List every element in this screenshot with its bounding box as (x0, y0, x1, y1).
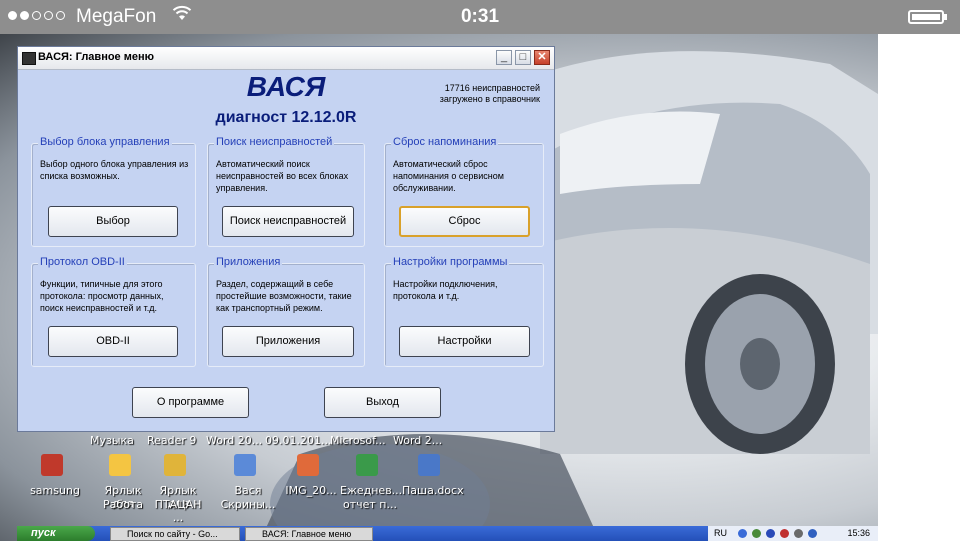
group-label: Протокол OBD-II (38, 256, 127, 268)
shortcut-label: Работа (102, 498, 144, 511)
group-service-reset: Сброс напоминания Автоматический сброс н… (384, 136, 544, 247)
system-tray: RU 15:36 (708, 526, 878, 541)
start-button[interactable]: пуск (17, 526, 95, 541)
taskbar: пуск Поиск по сайту - Go... ВАСЯ: Главно… (17, 526, 878, 541)
word-icon (418, 454, 440, 476)
fault-database-info: 17716 неисправностей загружено в справоч… (400, 83, 540, 105)
image-icon (297, 454, 319, 476)
shortcut-label: ПТАЦАН ... (154, 498, 202, 524)
tray-volume-icon[interactable] (794, 529, 803, 538)
tray-network-icon[interactable] (738, 529, 747, 538)
tray-app-icon[interactable] (752, 529, 761, 538)
app-window-icon (22, 52, 36, 65)
faults-count: 17716 неисправностей (444, 83, 540, 93)
battery-icon (908, 10, 944, 24)
group-label: Приложения (214, 256, 283, 268)
ios-status-bar: MegaFon 0:31 (0, 0, 960, 34)
window-titlebar[interactable]: ВАСЯ: Главное меню _ □ ✕ (18, 47, 554, 70)
task-label: ВАСЯ: Главное меню (262, 529, 352, 539)
group-fault-search: Поиск неисправностей Автоматический поис… (207, 136, 365, 247)
group-description: Функции, типичные для этого протокола: п… (40, 279, 164, 313)
group-description: Автоматический сброс напоминания о серви… (393, 159, 504, 193)
applications-button[interactable]: Приложения (222, 326, 354, 357)
group-label: Поиск неисправностей (214, 136, 335, 148)
shortcut-label: отчет п... (343, 498, 397, 511)
app-version: диагност 12.12.0R (215, 109, 357, 126)
keys-icon (164, 454, 186, 476)
shortcut-label: Паша.docx (402, 484, 464, 497)
group-program-settings: Настройки программы Настройки подключени… (384, 256, 544, 367)
shortcut-label: IMG_20... (285, 484, 337, 497)
group-obd2-protocol: Протокол OBD-II Функции, типичные для эт… (31, 256, 196, 367)
battery-tip-icon (944, 14, 947, 20)
shortcut-label: Ежеднев... (340, 484, 403, 497)
blank-area (878, 34, 960, 541)
desktop-label[interactable]: Word 20... (206, 434, 262, 447)
shortcut-label: Вася (234, 484, 262, 497)
desktop-label[interactable]: Word 2... (393, 434, 442, 447)
maximize-button[interactable]: □ (515, 50, 531, 65)
task-label: Поиск по сайту - Go... (127, 529, 218, 539)
group-description: Выбор одного блока управления из списка … (40, 159, 189, 181)
tray-antivirus-icon[interactable] (780, 529, 789, 538)
settings-button[interactable]: Настройки (399, 326, 530, 357)
faults-loaded-label: загружено в справочник (439, 94, 540, 104)
exit-button[interactable]: Выход (324, 387, 441, 418)
reset-button[interactable]: Сброс (399, 206, 530, 237)
desktop-label[interactable]: Музыка (90, 434, 134, 447)
folder-icon (109, 454, 131, 476)
shortcut-label: samsung (30, 484, 80, 497)
minimize-button[interactable]: _ (496, 50, 512, 65)
about-button[interactable]: О программе (132, 387, 249, 418)
tray-update-icon[interactable] (808, 529, 817, 538)
obd2-button[interactable]: OBD-II (48, 326, 178, 357)
tray-clock: 15:36 (847, 528, 870, 538)
language-indicator[interactable]: RU (714, 526, 727, 541)
desktop-label[interactable]: Microsof... (330, 434, 386, 447)
close-button[interactable]: ✕ (534, 50, 550, 65)
group-description: Автоматический поиск неисправностей во в… (216, 159, 349, 193)
status-time: 0:31 (460, 6, 500, 27)
shortcut-label: Скрины... (220, 498, 276, 511)
fault-search-button[interactable]: Поиск неисправностей (222, 206, 354, 237)
taskbar-item-vasya[interactable]: ВАСЯ: Главное меню (245, 527, 373, 541)
desktop-label[interactable]: 09.01.201... (265, 434, 331, 447)
group-applications: Приложения Раздел, содержащий в себе про… (207, 256, 365, 367)
window-title: ВАСЯ: Главное меню (38, 51, 155, 63)
group-label: Выбор блока управления (38, 136, 172, 148)
select-button[interactable]: Выбор (48, 206, 178, 237)
desktop-label[interactable]: Reader 9 (147, 434, 196, 447)
excel-icon (356, 454, 378, 476)
group-select-control-unit: Выбор блока управления Выбор одного блок… (31, 136, 196, 247)
start-label: пуск (31, 527, 56, 539)
group-label: Сброс напоминания (391, 136, 499, 148)
tray-bluetooth-icon[interactable] (766, 529, 775, 538)
group-description: Раздел, содержащий в себе простейшие воз… (216, 279, 352, 313)
app-icon (41, 454, 63, 476)
group-label: Настройки программы (391, 256, 510, 268)
taskbar-item-browser[interactable]: Поиск по сайту - Go... (110, 527, 240, 541)
main-menu-window: ВАСЯ: Главное меню _ □ ✕ ВАСЯ диагност 1… (17, 46, 555, 432)
document-icon (234, 454, 256, 476)
group-description: Настройки подключения, протокола и т.д. (393, 279, 498, 301)
